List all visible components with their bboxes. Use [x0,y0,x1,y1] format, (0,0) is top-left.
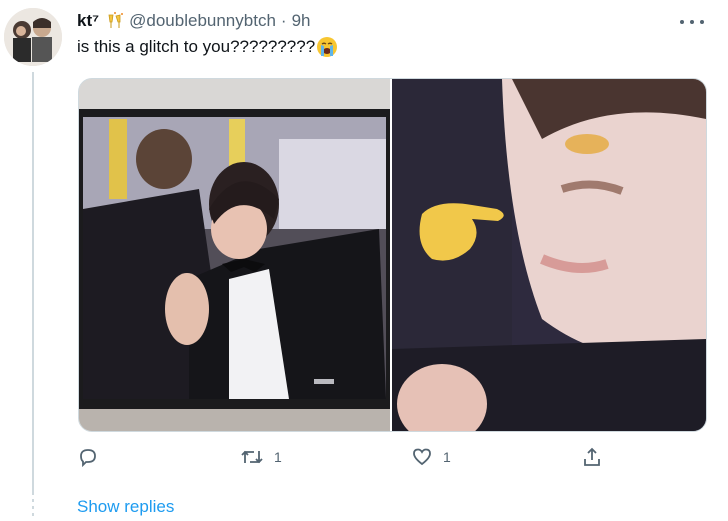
tweet-header: kt⁷ @doublebunnybtch · 9h [77,10,311,32]
clinking-glasses-icon [105,11,125,31]
show-replies-link[interactable]: Show replies [77,497,174,517]
photo-zoomed-face-with-pointing-hand[interactable] [392,79,706,431]
share-icon [584,447,600,466]
share-button[interactable] [581,446,603,468]
thread-dots [32,492,34,518]
heart-icon [413,448,431,466]
like-count: 1 [443,449,451,465]
tweet-text-body: is this a glitch to you????????? [77,37,316,56]
reply-icon [80,449,96,468]
display-name[interactable]: kt⁷ [77,11,99,31]
avatar[interactable] [4,8,62,66]
retweet-button[interactable]: 1 [240,446,282,468]
tweet-actions: 1 1 [77,446,627,472]
avatar-image [4,8,62,66]
retweet-icon [241,450,263,464]
crying-face-emoji-icon [316,36,338,58]
more-options-icon[interactable] [680,12,704,32]
header-separator: · [280,11,287,30]
tweet-text: is this a glitch to you????????? [77,36,338,58]
tweet-timestamp[interactable]: 9h [292,11,311,31]
user-handle[interactable]: @doublebunnybtch [129,11,276,31]
tweet-media[interactable] [78,78,707,432]
reply-button[interactable] [77,446,109,468]
thread-line [32,72,34,492]
retweet-count: 1 [274,449,282,465]
photo-tv-screen-with-dancer[interactable] [79,79,390,431]
like-button[interactable]: 1 [411,446,451,468]
